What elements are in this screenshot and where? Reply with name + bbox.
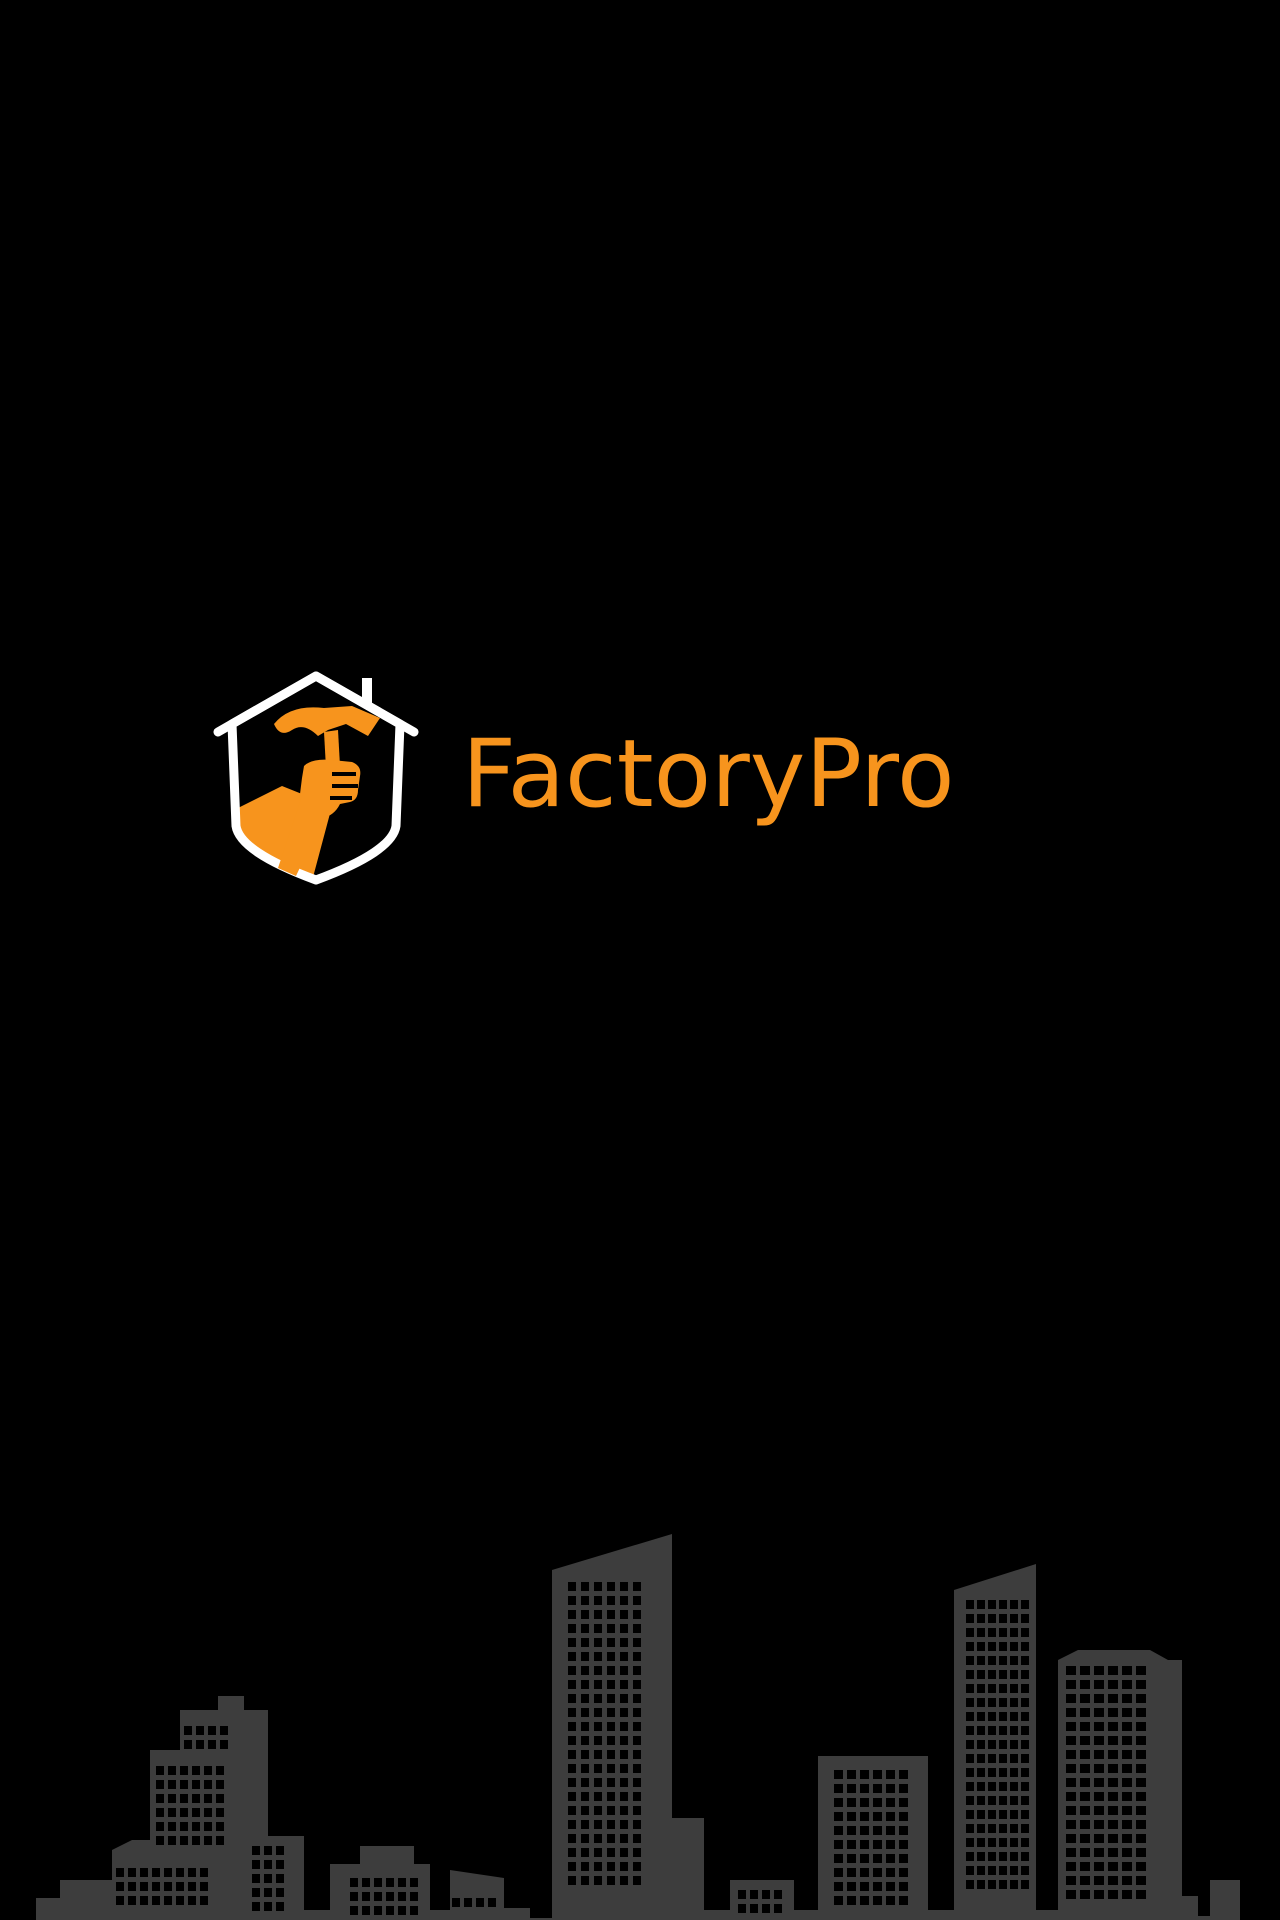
brand-name: FactoryPro (462, 720, 955, 829)
splash-screen: FactoryPro (0, 0, 1280, 1920)
house-shield-hammer-icon (212, 666, 420, 892)
city-skyline-illustration (0, 1470, 1280, 1920)
app-logo: FactoryPro (212, 666, 955, 892)
